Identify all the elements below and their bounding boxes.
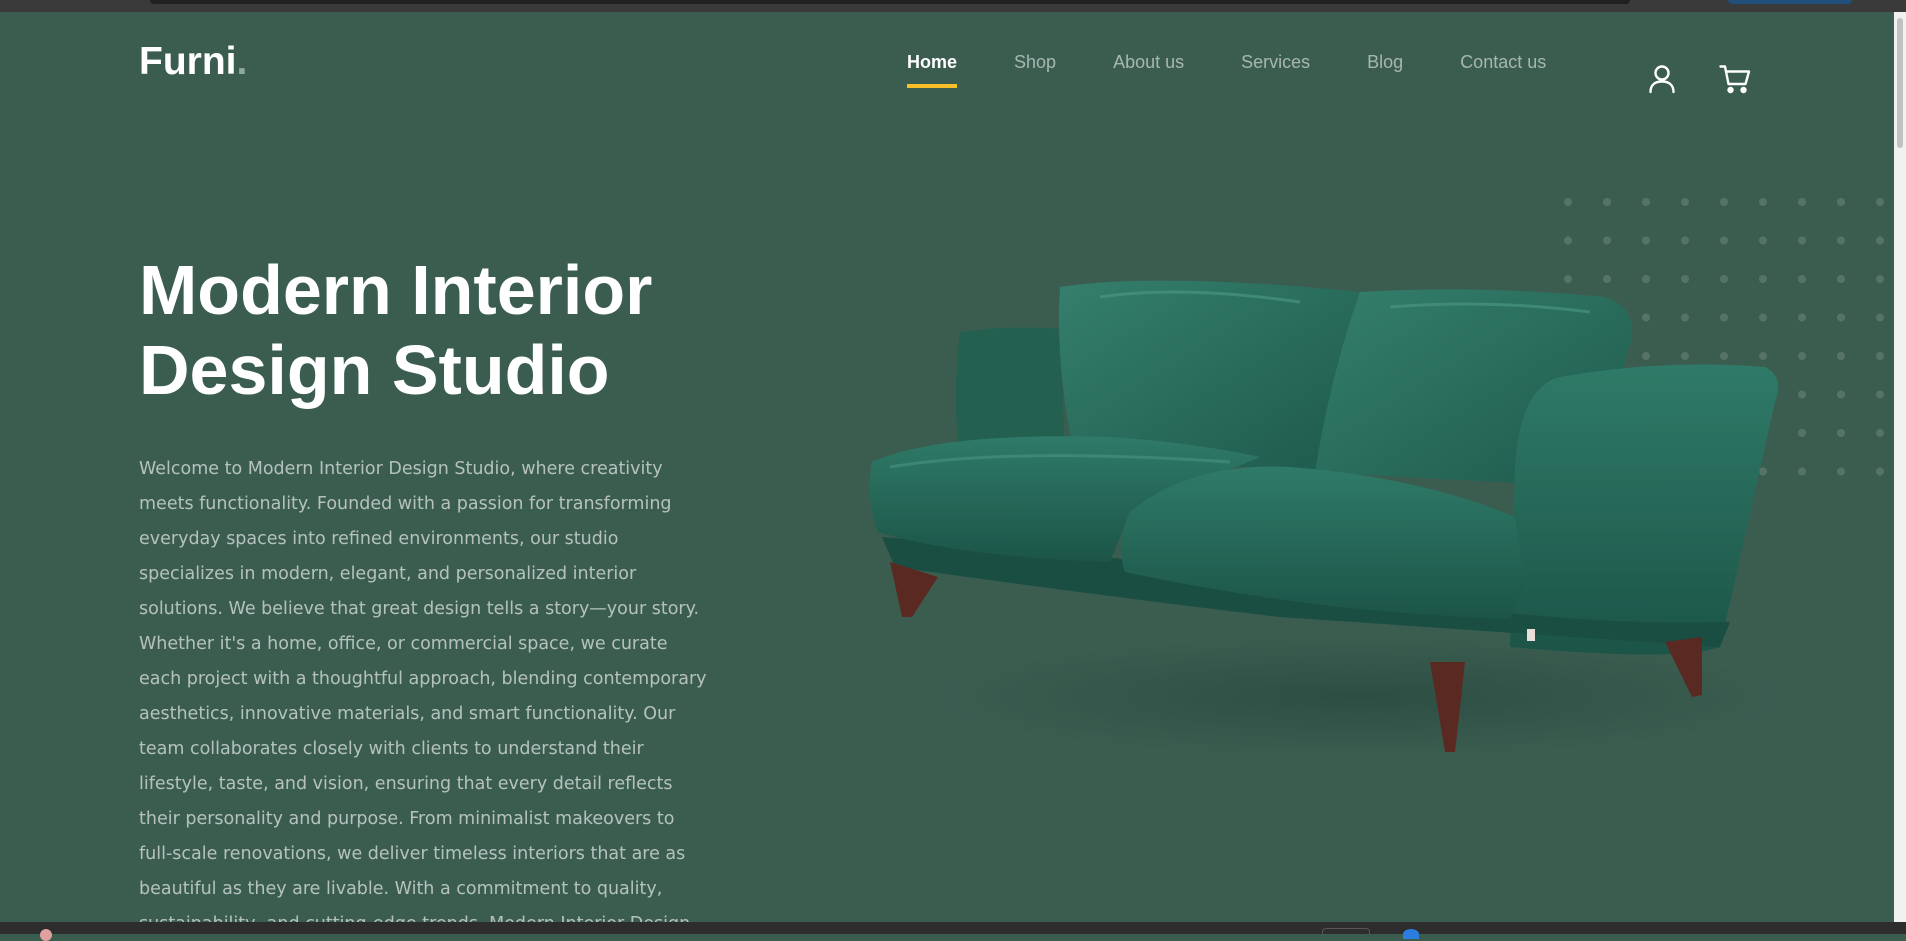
hero-description: Welcome to Modern Interior Design Studio… (139, 459, 707, 922)
pattern-dot (1876, 275, 1884, 283)
pattern-dot (1798, 198, 1806, 206)
pattern-dot (1798, 352, 1806, 360)
pattern-dot (1837, 390, 1845, 399)
pattern-dot (1798, 429, 1806, 437)
pattern-dot (1837, 467, 1845, 476)
pattern-dot (1564, 236, 1572, 245)
brand-logo[interactable]: Furni. (139, 40, 247, 84)
taskbar-browser-icon[interactable] (1403, 929, 1419, 939)
pattern-dot (1837, 313, 1845, 322)
pattern-dot (1603, 236, 1611, 245)
browser-bottom-strip (0, 922, 1906, 941)
pattern-dot (1759, 198, 1767, 206)
nav-item-shop[interactable]: Shop (1014, 52, 1056, 83)
nav-item-contact-us[interactable]: Contact us (1460, 52, 1546, 83)
hero-title: Modern Interior Design Studio (139, 250, 759, 410)
pattern-dot (1720, 236, 1728, 245)
pattern-dot (1642, 236, 1650, 245)
pattern-dot (1798, 467, 1806, 476)
cart-icon[interactable] (1719, 64, 1751, 94)
pattern-dot (1876, 236, 1884, 245)
pattern-dot (1876, 467, 1884, 476)
pattern-dot (1681, 198, 1689, 206)
hero-title-line-2: Design Studio (139, 331, 610, 409)
hero-title-line-1: Modern Interior (139, 251, 653, 329)
pattern-dot (1564, 198, 1572, 206)
scrollbar-thumb[interactable] (1897, 18, 1903, 148)
taskbar-icon[interactable] (40, 929, 52, 941)
brand-dot: . (236, 40, 248, 83)
browser-top-strip (0, 0, 1906, 12)
pattern-dot (1759, 236, 1767, 245)
pattern-dot (1876, 198, 1884, 206)
pattern-dot (1798, 275, 1806, 283)
pattern-dot (1876, 352, 1884, 360)
page-scrollbar[interactable] (1894, 12, 1906, 922)
nav-item-services[interactable]: Services (1241, 52, 1310, 83)
user-icon[interactable] (1648, 64, 1676, 94)
pattern-dot (1798, 390, 1806, 399)
main-nav: Home Shop About us Services Blog Contact… (907, 52, 1603, 88)
pattern-dot (1798, 313, 1806, 322)
pattern-dot (1876, 313, 1884, 322)
browser-button-edge (1728, 0, 1852, 4)
pattern-dot (1837, 198, 1845, 206)
nav-item-about-us[interactable]: About us (1113, 52, 1184, 83)
pattern-dot (1837, 429, 1845, 437)
pattern-dot (1720, 198, 1728, 206)
pattern-dot (1681, 236, 1689, 245)
page: Furni. Home Shop About us Services Blog … (0, 12, 1894, 922)
pattern-dot (1837, 236, 1845, 245)
pattern-dot (1798, 236, 1806, 245)
pattern-dot (1837, 275, 1845, 283)
sofa-image (869, 280, 1780, 757)
nav-item-blog[interactable]: Blog (1367, 52, 1403, 83)
nav-item-home[interactable]: Home (907, 52, 958, 88)
pattern-dot (1603, 198, 1611, 206)
pattern-dot (1837, 352, 1845, 360)
pattern-dot (1642, 198, 1650, 206)
browser-address-bar-edge (150, 0, 1630, 4)
pattern-dot (1876, 429, 1884, 437)
pattern-dot (1876, 390, 1884, 399)
brand-name: Furni (139, 40, 237, 83)
